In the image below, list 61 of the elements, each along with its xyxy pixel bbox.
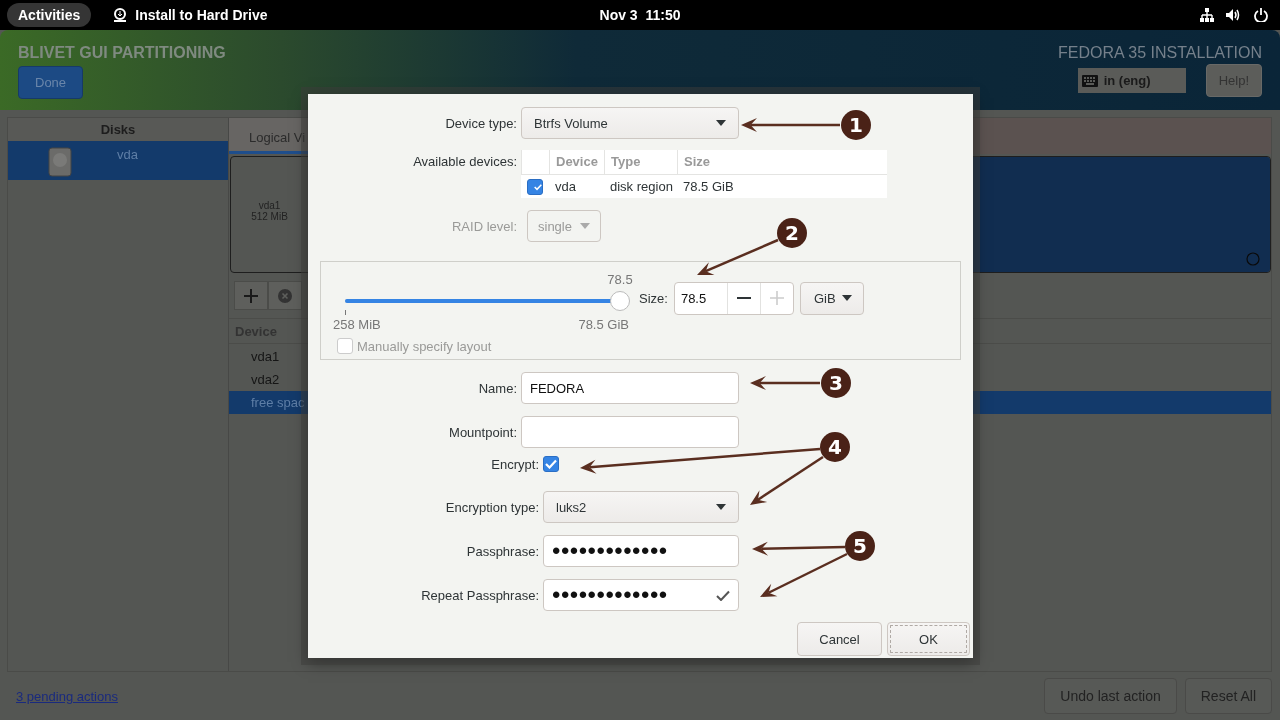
field-label: Available devices: <box>412 154 517 169</box>
column-header: Type <box>604 150 677 174</box>
size-spinbox[interactable]: 78.5 <box>673 281 794 315</box>
caret-icon <box>841 295 852 301</box>
unit-dropdown[interactable]: GiB <box>799 281 864 315</box>
caret-icon <box>716 504 726 510</box>
installer-icon <box>113 8 128 22</box>
caret-icon <box>579 223 590 229</box>
text-field[interactable] <box>521 416 739 448</box>
remove-icon <box>278 288 292 303</box>
minus-icon <box>736 297 751 299</box>
network-icon[interactable] <box>1200 8 1214 22</box>
clock[interactable]: Nov 3 11:50 <box>599 7 681 23</box>
column-header: Disks <box>8 118 228 141</box>
field-label: Mountpoint: <box>448 424 517 440</box>
slider-value: 78.5 <box>607 272 633 287</box>
table-cell-text: vda <box>554 179 577 194</box>
field-label: Passphrase: <box>465 543 539 559</box>
password-field[interactable]: ••••••••••••• <box>543 535 739 567</box>
callout-badge: 5 <box>845 531 875 561</box>
password-field[interactable]: ••••••••••••• <box>543 579 739 611</box>
keyboard-icon <box>1081 74 1098 87</box>
dropdown[interactable]: Btrfs Volume <box>521 107 739 139</box>
dropdown[interactable]: luks2 <box>543 491 739 523</box>
callout-badge: 3 <box>821 368 851 398</box>
slider-max-label: 78.5 GiB <box>578 317 629 332</box>
field-label: Name: <box>477 380 517 396</box>
add-button[interactable] <box>234 281 268 310</box>
field-label: Size: <box>639 290 668 306</box>
activities-button[interactable]: Activities <box>7 3 92 27</box>
power-icon[interactable] <box>1254 8 1268 22</box>
table-cell-text: 78.5 GiB <box>682 179 735 194</box>
hard-drive-icon <box>48 147 72 177</box>
callout-badge: 1 <box>841 110 871 140</box>
app-title: BLIVET GUI PARTITIONING <box>18 44 226 62</box>
field-label: Device type: <box>444 115 517 131</box>
check-icon <box>534 181 542 192</box>
plus-icon <box>243 287 259 304</box>
field-label: Repeat Passphrase: <box>420 587 539 603</box>
plus-icon <box>769 291 784 305</box>
app-title[interactable]: Install to Hard Drive <box>135 7 268 23</box>
check-icon <box>545 459 557 469</box>
volume-icon[interactable] <box>1226 8 1242 22</box>
field-label: Encrypt: <box>490 456 539 472</box>
callout-arrow <box>750 376 820 390</box>
dialog-button[interactable]: OK <box>887 622 970 656</box>
checkbox[interactable] <box>527 178 543 195</box>
slider-min-label: 258 MiB <box>333 317 381 332</box>
field-label: Encryption type: <box>444 499 539 515</box>
callout-badge: 2 <box>777 218 807 248</box>
field-label: RAID level: <box>450 218 517 234</box>
column-header: Device <box>549 150 604 174</box>
column-header: Size <box>677 150 887 174</box>
text-field[interactable]: FEDORA <box>521 372 739 404</box>
circle-icon <box>1246 252 1260 266</box>
dialog-button[interactable]: Cancel <box>797 622 882 656</box>
checkbox[interactable] <box>543 456 559 472</box>
callout-badge: 4 <box>820 432 850 462</box>
product-title: FEDORA 35 INSTALLATION <box>1058 44 1262 62</box>
caret-icon <box>716 120 726 126</box>
table-cell-text: disk region <box>609 179 674 194</box>
